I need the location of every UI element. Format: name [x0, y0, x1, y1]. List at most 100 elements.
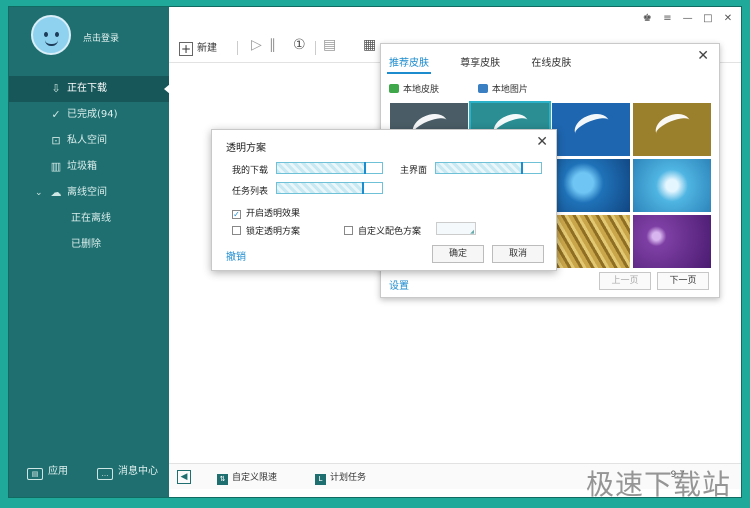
slider-remainder [364, 163, 382, 173]
custom-speed-label: 自定义限速 [232, 473, 278, 483]
message-center-button[interactable]: … 消息中心 [97, 462, 158, 480]
maximize-icon[interactable]: □ [701, 13, 715, 24]
sidebar-item-private[interactable]: ⊡ 私人空间 [9, 128, 169, 154]
skin-thumb-feather[interactable] [633, 159, 711, 212]
image-icon [477, 84, 488, 93]
chevron-down-icon[interactable]: ⌄ [35, 180, 43, 206]
my-download-label: 我的下载 [232, 166, 269, 176]
sidebar-item-offline-running[interactable]: 正在离线 [9, 206, 169, 232]
avatar-eye-left [44, 32, 48, 37]
sidebar-item-label: 离线空间 [67, 187, 107, 198]
sidebar-item-label: 已删除 [71, 239, 101, 250]
sidebar-item-label: 正在离线 [71, 213, 111, 224]
login-link[interactable]: 点击登录 [83, 31, 119, 44]
start-icon[interactable]: ▷ [251, 37, 262, 53]
my-download-slider[interactable] [276, 162, 383, 174]
grid-view-icon[interactable]: ▦ [363, 37, 376, 53]
cancel-button[interactable]: 取消 [492, 245, 544, 263]
sidebar-item-completed[interactable]: ✓ 已完成(94) [9, 102, 169, 128]
local-image-label: 本地图片 [491, 85, 528, 95]
undo-link[interactable]: 撤销 [226, 248, 246, 263]
skin-source-links: 本地皮肤 本地图片 [389, 82, 564, 95]
apps-label: 应用 [48, 466, 68, 477]
avatar-mouth [45, 40, 58, 46]
task-list-slider[interactable] [276, 182, 383, 194]
cloud-icon: ☁ [50, 186, 62, 199]
color-scheme-dropdown[interactable] [436, 222, 476, 235]
new-button[interactable]: + 新建 [179, 39, 217, 56]
checkbox-box [232, 226, 241, 235]
divider [237, 41, 238, 55]
pause-icon[interactable]: ∥ [269, 37, 276, 53]
custom-speed-button[interactable]: ⇅ 自定义限速 [217, 470, 277, 485]
main-ui-slider[interactable] [435, 162, 542, 174]
app-window: 点击登录 ⇩ 正在下载 ✓ 已完成(94) ⊡ 私人空间 ▥ 垃圾箱 ⌄ ☁ 离… [8, 6, 742, 498]
delete-icon[interactable]: ▤ [323, 37, 336, 53]
next-page-button[interactable]: 下一页 [657, 272, 709, 290]
lock-scheme-checkbox[interactable]: 锁定透明方案 [232, 224, 300, 237]
tab-online-skins[interactable]: 在线皮肤 [529, 54, 573, 69]
skin-thumb-water[interactable] [552, 159, 630, 212]
main-ui-label: 主界面 [400, 166, 428, 176]
tab-recommended-skins[interactable]: 推荐皮肤 [387, 54, 431, 74]
avatar[interactable] [31, 15, 71, 55]
avatar-eye-right [55, 32, 59, 37]
checkbox-box: ✓ [232, 210, 241, 219]
enable-transparency-checkbox[interactable]: ✓ 开启透明效果 [232, 206, 300, 219]
skin-thumb-grass[interactable] [552, 215, 630, 268]
bird-logo [570, 109, 614, 145]
local-image-link[interactable]: 本地图片 [477, 84, 546, 95]
menu-icon[interactable]: ≡ [660, 13, 674, 24]
speed-limit-icon[interactable]: ① [293, 37, 306, 53]
sidebar-item-trash[interactable]: ▥ 垃圾箱 [9, 154, 169, 180]
check-circle-icon: ✓ [51, 108, 61, 121]
sidebar-item-label: 正在下载 [67, 83, 107, 94]
slider-knob[interactable] [364, 162, 366, 174]
custom-color-checkbox[interactable]: 自定义配色方案 [344, 224, 421, 237]
sidebar-item-offline[interactable]: ⌄ ☁ 离线空间 [9, 180, 169, 206]
skin-thumb-purple[interactable] [633, 215, 711, 268]
ok-button[interactable]: 确定 [432, 245, 484, 263]
close-icon[interactable]: ✕ [721, 13, 735, 24]
checkbox-label: 自定义配色方案 [358, 227, 422, 237]
dialog-title: 透明方案 [226, 143, 266, 154]
new-label: 新建 [197, 43, 217, 54]
lock-icon: ⊡ [51, 134, 61, 147]
close-icon[interactable]: ✕ [697, 48, 709, 64]
scheduled-task-button[interactable]: L 计划任务 [315, 470, 366, 485]
sidebar-item-downloading[interactable]: ⇩ 正在下载 [9, 76, 170, 102]
message-center-label: 消息中心 [118, 466, 158, 477]
prev-page-button[interactable]: 上一页 [599, 272, 651, 290]
skin-icon[interactable]: ♚ [640, 13, 654, 24]
local-skin-link[interactable]: 本地皮肤 [389, 84, 457, 95]
task-list-label: 任务列表 [232, 187, 269, 197]
minimize-icon[interactable]: — [681, 13, 695, 24]
download-icon: ⇩ [51, 82, 61, 95]
slider-knob[interactable] [362, 182, 364, 194]
watermark: 极速下载站 [585, 468, 731, 498]
apps-button[interactable]: ▤ 应用 [27, 462, 68, 480]
chat-icon: … [97, 468, 113, 480]
close-icon[interactable]: ✕ [536, 134, 548, 150]
scheduled-task-label: 计划任务 [330, 473, 367, 483]
apps-icon: ▤ [27, 468, 43, 480]
collapse-icon[interactable]: ◀ [177, 470, 191, 484]
skin-thumb-blue[interactable] [552, 103, 630, 156]
shirt-icon [389, 84, 399, 93]
slider-remainder [521, 163, 541, 173]
slider-knob[interactable] [521, 162, 523, 174]
skin-settings-link[interactable]: 设置 [389, 277, 409, 292]
window-controls: ♚ ≡ — □ ✕ [637, 13, 735, 24]
sidebar-bottom: ▤ 应用 … 消息中心 [9, 462, 169, 486]
sidebar: 点击登录 ⇩ 正在下载 ✓ 已完成(94) ⊡ 私人空间 ▥ 垃圾箱 ⌄ ☁ 离… [9, 7, 170, 497]
sidebar-nav: ⇩ 正在下载 ✓ 已完成(94) ⊡ 私人空间 ▥ 垃圾箱 ⌄ ☁ 离线空间 正… [9, 76, 170, 258]
skin-thumb-olive[interactable] [633, 103, 711, 156]
skin-tabs: 推荐皮肤 尊享皮肤 在线皮肤 [387, 54, 597, 74]
tab-premium-skins[interactable]: 尊享皮肤 [458, 54, 502, 69]
calendar-icon: L [315, 474, 326, 485]
sidebar-item-label: 私人空间 [67, 135, 107, 146]
sidebar-item-label: 垃圾箱 [67, 161, 97, 172]
sidebar-item-offline-deleted[interactable]: 已删除 [9, 232, 169, 258]
speed-icon: ⇅ [217, 474, 228, 485]
slider-remainder [362, 183, 382, 193]
